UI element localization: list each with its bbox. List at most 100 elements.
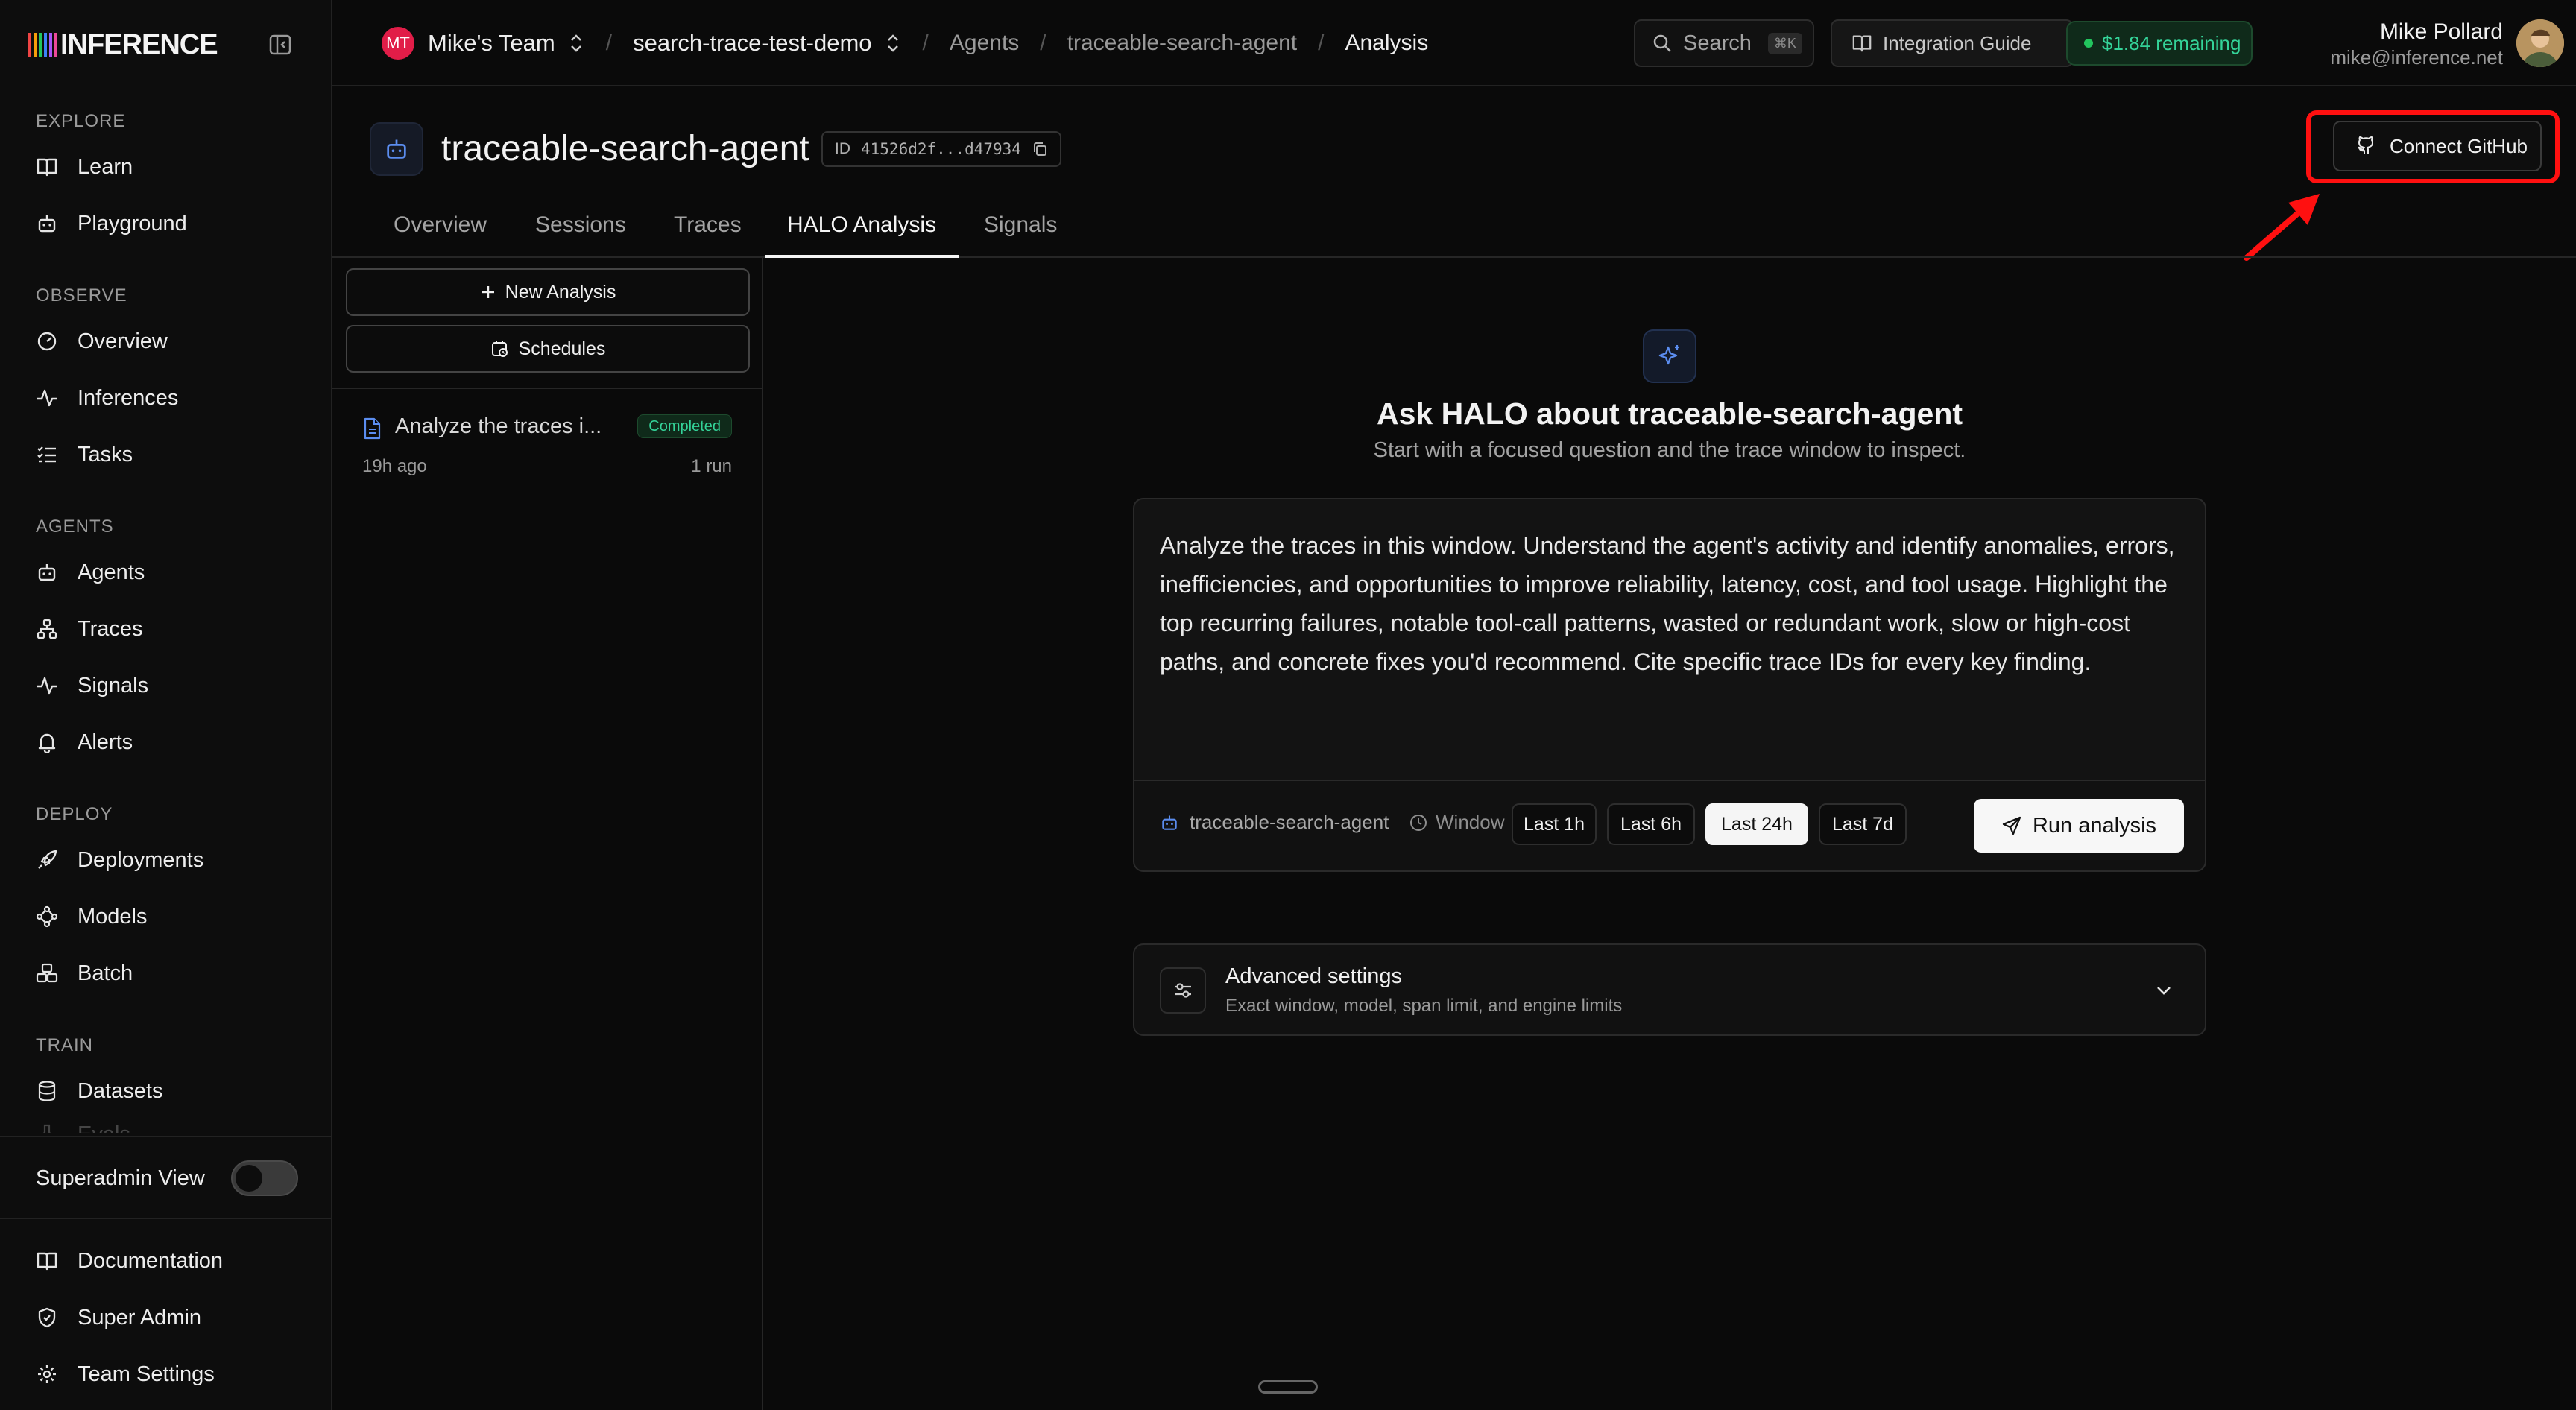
tab-traces[interactable]: Traces	[674, 201, 742, 258]
sidebar-item-inferences[interactable]: Inferences	[0, 370, 331, 426]
sidebar-divider	[0, 1218, 331, 1219]
sidebar-collapse-icon[interactable]	[268, 33, 292, 57]
sidebar-item-models[interactable]: Models	[0, 888, 331, 945]
sidebar-item-batch[interactable]: Batch	[0, 945, 331, 1002]
status-badge: Completed	[637, 414, 732, 438]
brand-logo[interactable]: INFERENCE	[28, 28, 218, 61]
window-last-1h[interactable]: Last 1h	[1512, 803, 1597, 845]
sidebar-item-label: Super Admin	[78, 1305, 202, 1330]
tab-sessions[interactable]: Sessions	[535, 201, 626, 258]
analysis-history-panel: New Analysis Schedules Analyze the trace…	[332, 258, 763, 1410]
breadcrumb-separator: /	[1040, 31, 1046, 55]
sidebar-item-deployments[interactable]: Deployments	[0, 832, 331, 888]
run-analysis-button[interactable]: Run analysis	[1974, 799, 2184, 853]
chevron-updown-icon[interactable]	[884, 32, 902, 54]
prompt-card: Analyze the traces in this window. Under…	[1133, 498, 2206, 872]
network-icon	[37, 619, 57, 639]
agent-tabs: Overview Sessions Traces HALO Analysis S…	[332, 201, 2576, 258]
sidebar-item-overview[interactable]: Overview	[0, 313, 331, 370]
tab-overview[interactable]: Overview	[394, 201, 487, 258]
shield-icon	[38, 1307, 56, 1328]
sidebar-item-label: Deployments	[78, 847, 204, 872]
copy-icon[interactable]	[1032, 141, 1048, 157]
sidebar-item-label: Team Settings	[78, 1362, 215, 1386]
sidebar-item-evals[interactable]: Evals	[0, 1119, 331, 1133]
user-info[interactable]: Mike Pollard mike@inference.net	[2330, 19, 2503, 69]
search-shortcut: ⌘K	[1767, 32, 1802, 54]
list-checks-icon	[37, 446, 56, 463]
flask-icon	[43, 1124, 51, 1133]
superadmin-toggle[interactable]	[231, 1160, 298, 1196]
credit-badge[interactable]: $1.84 remaining	[2066, 21, 2253, 66]
book-icon	[37, 158, 57, 177]
id-value: 41526d2f...d47934	[861, 140, 1021, 158]
agent-icon	[370, 122, 423, 176]
advanced-settings-toggle[interactable]: Advanced settings Exact window, model, s…	[1133, 943, 2206, 1036]
project-switcher[interactable]: search-trace-test-demo	[633, 30, 871, 57]
team-switcher[interactable]: Mike's Team	[428, 30, 555, 57]
run-analysis-label: Run analysis	[2032, 813, 2157, 838]
sidebar-item-super-admin[interactable]: Super Admin	[0, 1289, 331, 1346]
sliders-icon	[1160, 967, 1206, 1014]
agent-id-chip[interactable]: ID 41526d2f...d47934	[821, 131, 1061, 167]
breadcrumb: MT Mike's Team / search-trace-test-demo …	[382, 27, 1428, 60]
sidebar-item-tasks[interactable]: Tasks	[0, 426, 331, 483]
search-button[interactable]: Search ⌘K	[1634, 19, 1814, 67]
window-last-6h[interactable]: Last 6h	[1607, 803, 1695, 845]
main-heading: Ask HALO about traceable-search-agent	[1376, 396, 1963, 431]
user-name: Mike Pollard	[2379, 19, 2503, 44]
superadmin-label: Superadmin View	[36, 1166, 205, 1190]
new-analysis-label: New Analysis	[505, 281, 616, 303]
sidebar-item-signals[interactable]: Signals	[0, 657, 331, 714]
tab-halo-analysis[interactable]: HALO Analysis	[765, 201, 959, 258]
breadcrumb-agent[interactable]: traceable-search-agent	[1067, 31, 1298, 56]
robot-icon	[387, 139, 406, 159]
schedules-button[interactable]: Schedules	[346, 325, 750, 373]
new-analysis-button[interactable]: New Analysis	[346, 268, 750, 316]
section-deploy: DEPLOY	[36, 804, 113, 824]
sidebar-item-label: Alerts	[78, 730, 133, 754]
brand-name: INFERENCE	[60, 28, 218, 60]
breadcrumb-agents[interactable]: Agents	[950, 31, 1019, 56]
activity-icon	[37, 677, 57, 695]
sidebar-item-agents[interactable]: Agents	[0, 544, 331, 601]
sidebar-item-datasets[interactable]: Datasets	[0, 1063, 331, 1119]
chevron-updown-icon[interactable]	[567, 32, 585, 54]
prompt-input[interactable]: Analyze the traces in this window. Under…	[1160, 526, 2188, 681]
sidebar-item-traces[interactable]: Traces	[0, 601, 331, 657]
sidebar-item-learn[interactable]: Learn	[0, 139, 331, 195]
agent-chip: traceable-search-agent	[1160, 811, 1389, 834]
integration-guide-button[interactable]: Integration Guide	[1831, 19, 2074, 67]
sidebar-item-label: Learn	[78, 154, 133, 179]
section-explore: EXPLORE	[36, 111, 126, 131]
robot-icon	[38, 564, 56, 581]
window-last-24h[interactable]: Last 24h	[1705, 803, 1808, 845]
sidebar-item-alerts[interactable]: Alerts	[0, 714, 331, 771]
nodes-icon	[36, 905, 58, 928]
sidebar-item-playground[interactable]: Playground	[0, 195, 331, 252]
halo-logo	[1643, 329, 1696, 383]
sidebar-item-label: Evals	[78, 1122, 130, 1134]
credit-label: $1.84 remaining	[2102, 31, 2241, 54]
sidebar-item-label: Datasets	[78, 1078, 163, 1103]
sidebar: INFERENCE EXPLORE Learn Playground OBSER…	[0, 0, 332, 1410]
clock-icon	[1410, 814, 1427, 831]
user-email: mike@inference.net	[2330, 46, 2503, 69]
breadcrumb-separator: /	[605, 31, 613, 55]
list-item[interactable]: Analyze the traces i... Completed 19h ag…	[362, 407, 750, 489]
window-label: Window	[1436, 811, 1505, 833]
tab-signals[interactable]: Signals	[984, 201, 1057, 258]
sidebar-bottom-nav: Documentation Super Admin Team Settings	[0, 1233, 331, 1403]
panel-divider	[332, 388, 762, 389]
run-count: 1 run	[691, 456, 732, 476]
avatar[interactable]	[2516, 19, 2564, 67]
resize-handle[interactable]	[1258, 1380, 1318, 1394]
prompt-footer: traceable-search-agent Window Last 1h La…	[1134, 780, 2205, 870]
sidebar-item-label: Batch	[78, 961, 133, 985]
sidebar-item-documentation[interactable]: Documentation	[0, 1233, 331, 1289]
window-last-7d[interactable]: Last 7d	[1819, 803, 1907, 845]
guide-label: Integration Guide	[1883, 31, 2032, 54]
sidebar-item-team-settings[interactable]: Team Settings	[0, 1346, 331, 1403]
window-label-group: Window	[1409, 811, 1504, 834]
annotation-highlight-box	[2306, 110, 2560, 183]
